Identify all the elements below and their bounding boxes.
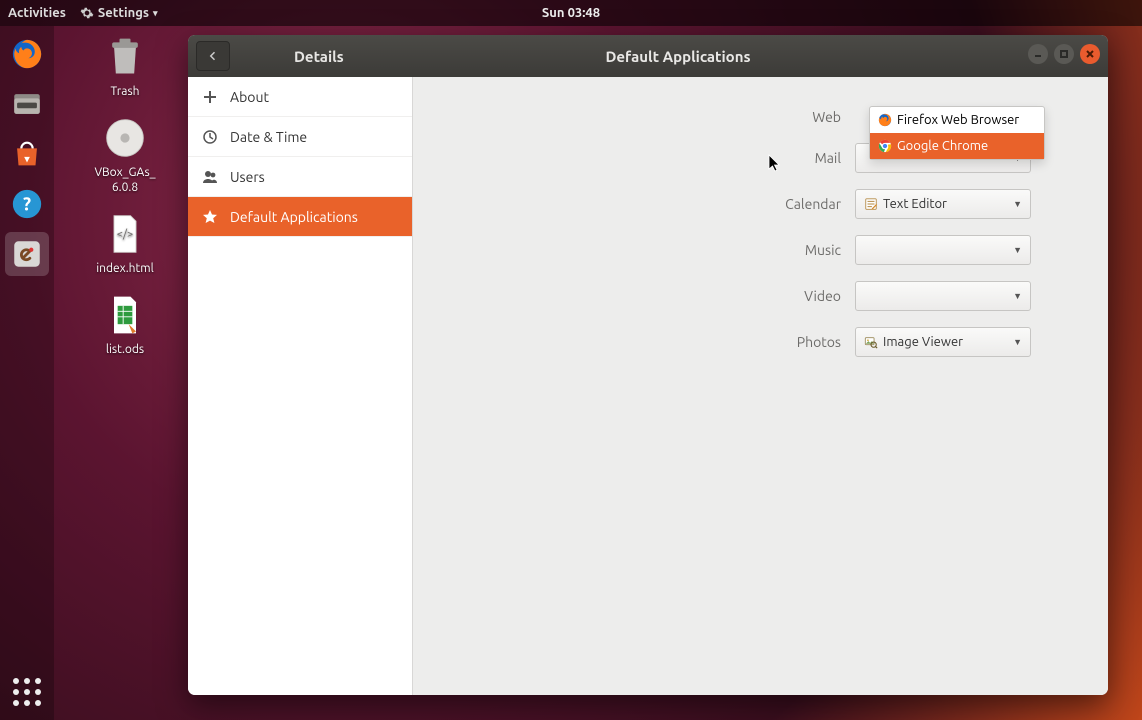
sidebar-item-default-apps[interactable]: Default Applications bbox=[188, 197, 412, 237]
sidebar-item-users[interactable]: Users bbox=[188, 157, 412, 197]
ods-file-icon bbox=[103, 293, 147, 337]
web-dropdown: Firefox Web Browser Google Chrome bbox=[869, 106, 1045, 160]
clock-icon bbox=[202, 129, 218, 145]
clock[interactable]: Sun 03:48 bbox=[542, 6, 600, 20]
web-option-chrome-label: Google Chrome bbox=[897, 139, 988, 153]
minimize-icon bbox=[1033, 49, 1043, 59]
desktop-list-ods[interactable]: list.ods bbox=[70, 292, 180, 357]
dock: ? bbox=[0, 26, 54, 720]
chrome-icon bbox=[878, 139, 892, 153]
desktop-trash[interactable]: Trash bbox=[70, 34, 180, 99]
row-label-photos: Photos bbox=[449, 334, 855, 350]
calendar-combobox-value: Text Editor bbox=[883, 197, 947, 211]
page-title: Default Applications bbox=[605, 48, 750, 65]
trash-icon bbox=[103, 35, 147, 79]
top-bar: Activities Settings ▾ Sun 03:48 bbox=[0, 0, 1142, 26]
sidebar-item-label: Date & Time bbox=[230, 129, 307, 145]
row-label-web: Web bbox=[449, 109, 855, 125]
maximize-icon bbox=[1059, 49, 1069, 59]
chevron-down-icon: ▼ bbox=[1013, 291, 1022, 301]
window-minimize-button[interactable] bbox=[1028, 44, 1048, 64]
gear-icon bbox=[80, 6, 94, 20]
app-menu-label: Settings bbox=[98, 6, 149, 20]
text-editor-icon bbox=[864, 197, 878, 211]
photos-combobox[interactable]: Image Viewer ▼ bbox=[855, 327, 1031, 357]
dock-software[interactable] bbox=[5, 132, 49, 176]
chevron-down-icon: ▼ bbox=[1013, 245, 1022, 255]
chevron-left-icon bbox=[207, 50, 219, 62]
content: Web Firefox Web Browser Google Chrome bbox=[413, 77, 1108, 695]
svg-text:</>: </> bbox=[117, 229, 133, 241]
app-menu-settings[interactable]: Settings ▾ bbox=[80, 6, 158, 20]
back-button[interactable] bbox=[196, 41, 230, 71]
row-label-calendar: Calendar bbox=[449, 196, 855, 212]
row-label-music: Music bbox=[449, 242, 855, 258]
photos-combobox-value: Image Viewer bbox=[883, 335, 963, 349]
dock-help[interactable]: ? bbox=[5, 182, 49, 226]
desktop-vbox-gas[interactable]: VBox_GAs_ 6.0.8 bbox=[70, 115, 180, 195]
firefox-icon bbox=[878, 113, 892, 127]
chevron-down-icon: ▼ bbox=[1013, 337, 1022, 347]
close-icon bbox=[1085, 49, 1095, 59]
users-icon bbox=[202, 169, 218, 185]
sidebar: About Date & Time Users Default Applicat… bbox=[188, 77, 413, 695]
sidebar-item-label: About bbox=[230, 89, 269, 105]
desktop-trash-label: Trash bbox=[110, 84, 139, 99]
dock-files[interactable] bbox=[5, 82, 49, 126]
titlebar[interactable]: Details Default Applications bbox=[188, 35, 1108, 77]
music-combobox[interactable]: ▼ bbox=[855, 235, 1031, 265]
dock-settings[interactable] bbox=[5, 232, 49, 276]
image-viewer-icon bbox=[864, 335, 878, 349]
breadcrumb: Details bbox=[294, 48, 344, 65]
disc-icon bbox=[103, 116, 147, 160]
row-label-video: Video bbox=[449, 288, 855, 304]
show-applications-button[interactable] bbox=[0, 678, 54, 706]
sidebar-item-about[interactable]: About bbox=[188, 77, 412, 117]
window-maximize-button[interactable] bbox=[1054, 44, 1074, 64]
video-combobox[interactable]: ▼ bbox=[855, 281, 1031, 311]
sidebar-item-datetime[interactable]: Date & Time bbox=[188, 117, 412, 157]
svg-text:?: ? bbox=[23, 194, 31, 214]
desktop: Trash VBox_GAs_ 6.0.8 </> index.html lis… bbox=[70, 34, 180, 373]
settings-window: Details Default Applications About Date … bbox=[188, 35, 1108, 695]
sidebar-item-label: Default Applications bbox=[230, 209, 358, 225]
desktop-index-html[interactable]: </> index.html bbox=[70, 211, 180, 276]
web-option-firefox[interactable]: Firefox Web Browser bbox=[870, 107, 1044, 133]
star-icon bbox=[202, 209, 218, 225]
web-option-chrome[interactable]: Google Chrome bbox=[870, 133, 1044, 159]
desktop-index-html-label: index.html bbox=[96, 261, 154, 276]
desktop-list-ods-label: list.ods bbox=[106, 342, 144, 357]
calendar-combobox[interactable]: Text Editor ▼ bbox=[855, 189, 1031, 219]
window-close-button[interactable] bbox=[1080, 44, 1100, 64]
activities-button[interactable]: Activities bbox=[8, 6, 66, 20]
web-option-firefox-label: Firefox Web Browser bbox=[897, 113, 1019, 127]
chevron-down-icon: ▾ bbox=[153, 8, 158, 19]
sidebar-item-label: Users bbox=[230, 169, 265, 185]
dock-firefox[interactable] bbox=[5, 32, 49, 76]
desktop-vbox-gas-label: VBox_GAs_ 6.0.8 bbox=[94, 165, 155, 195]
html-file-icon: </> bbox=[103, 212, 147, 256]
plus-icon bbox=[202, 89, 218, 105]
row-label-mail: Mail bbox=[449, 150, 855, 166]
chevron-down-icon: ▼ bbox=[1013, 199, 1022, 209]
